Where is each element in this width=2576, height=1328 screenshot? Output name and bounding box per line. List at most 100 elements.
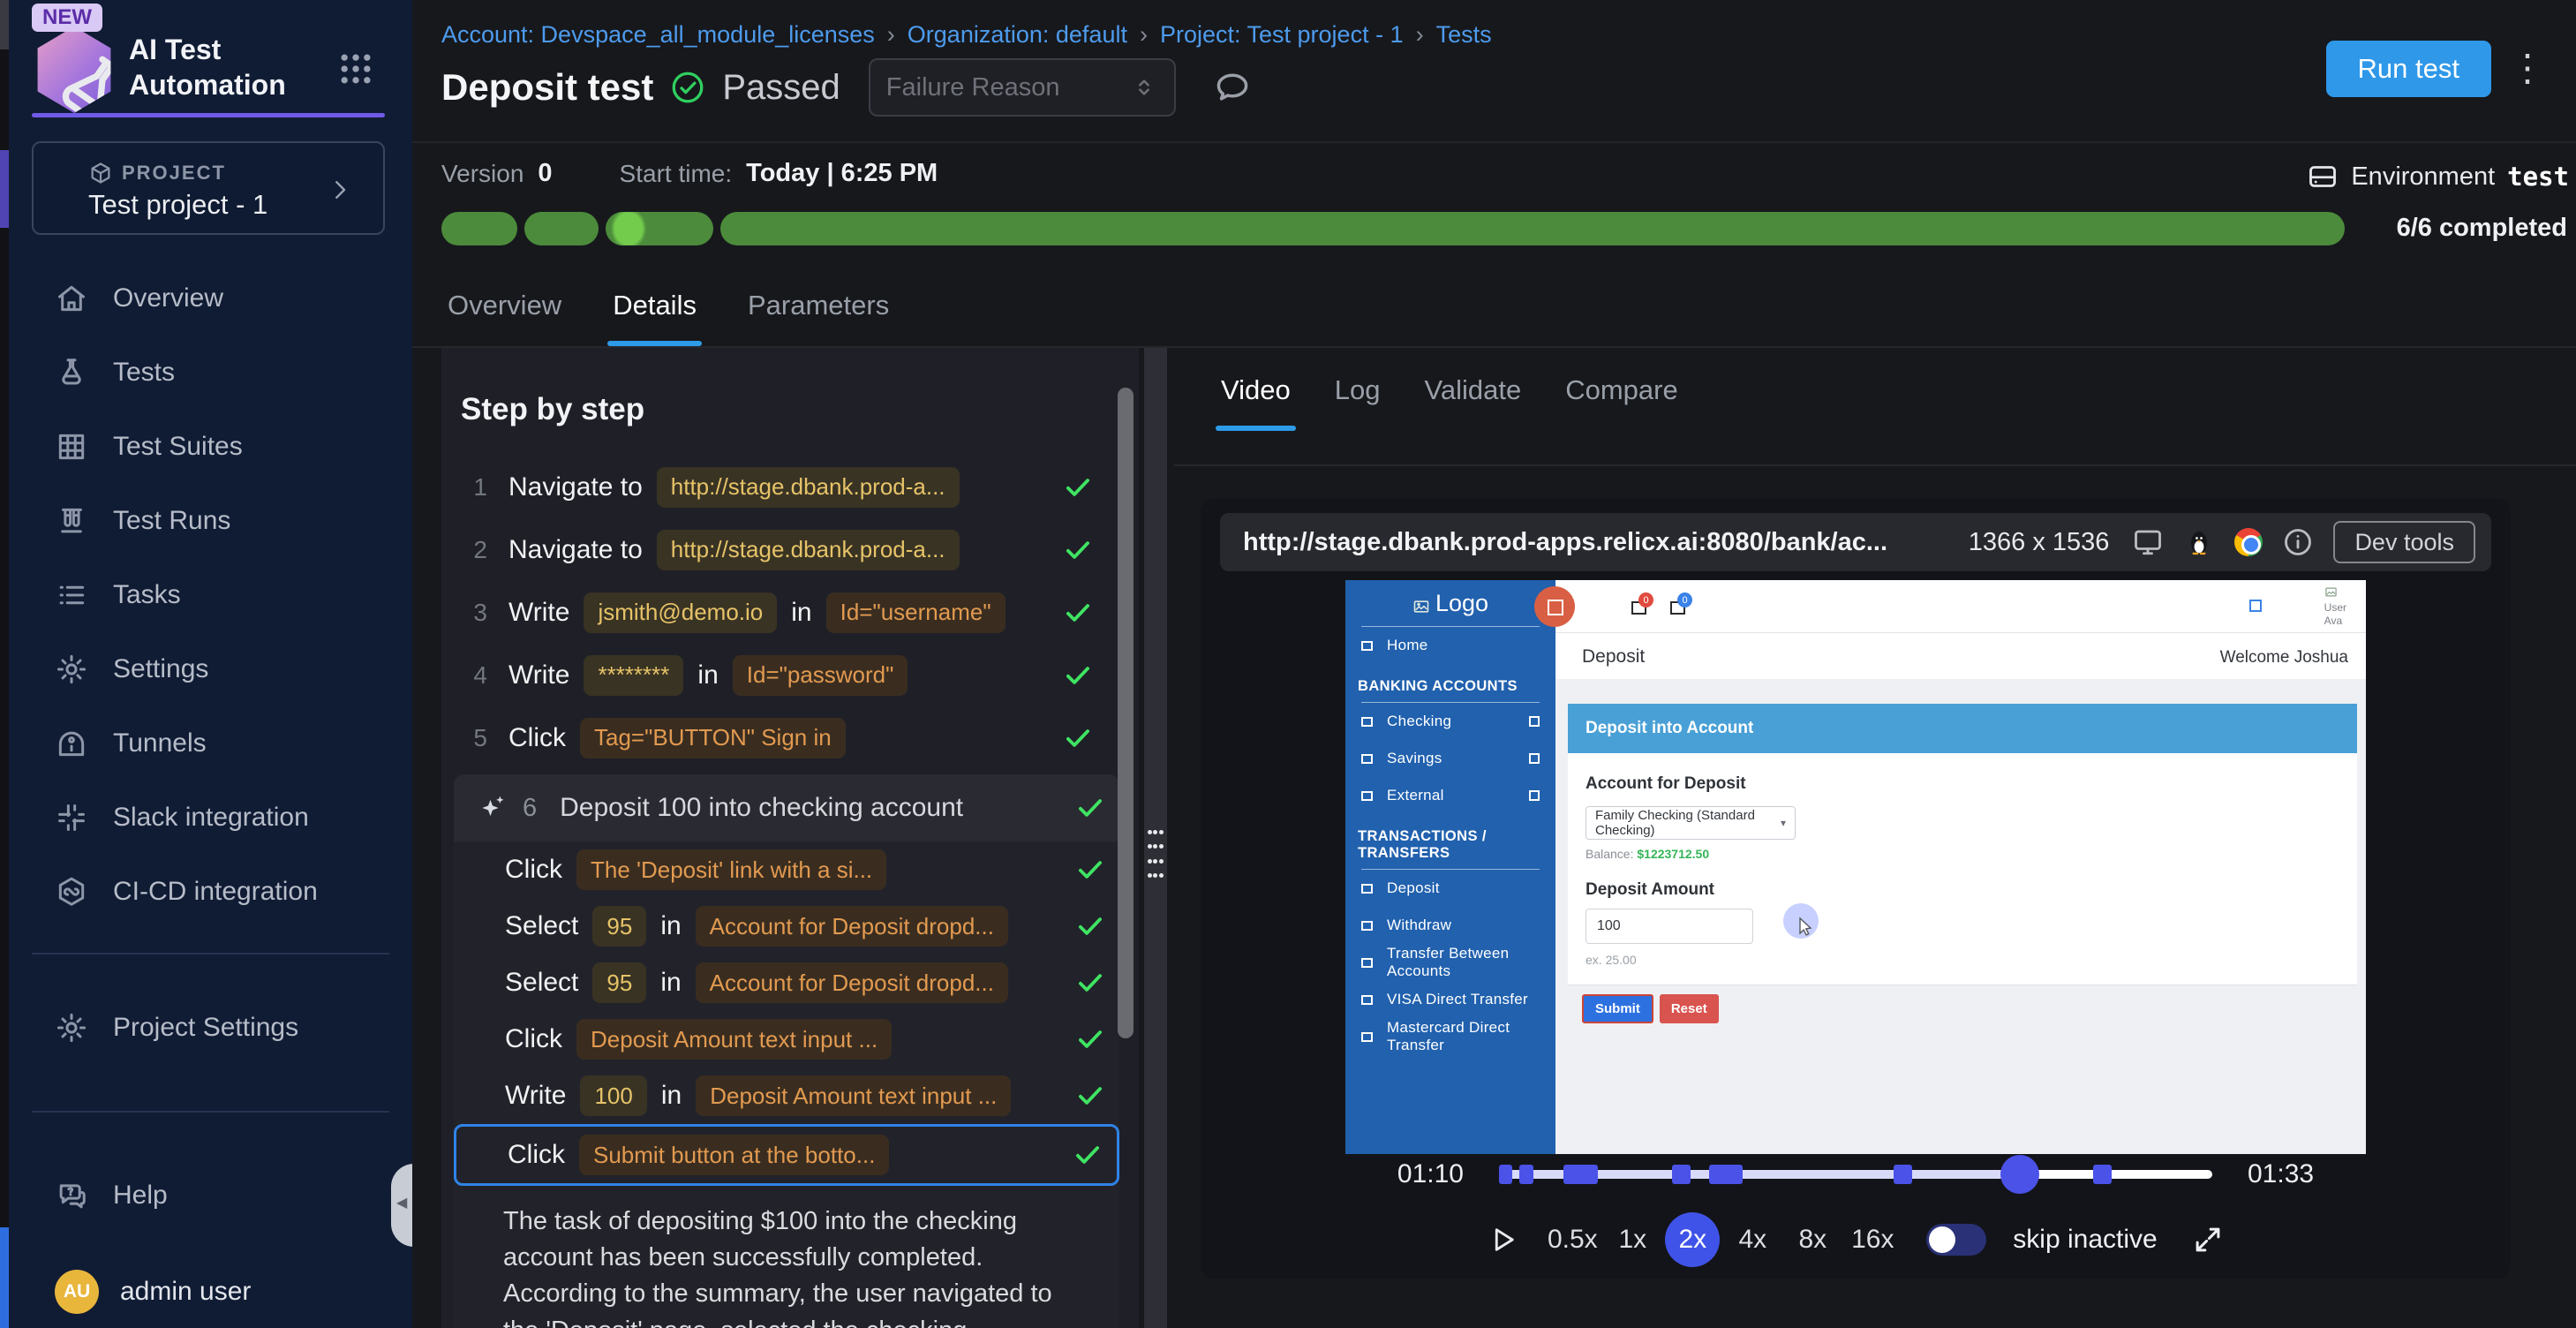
bank-nav-withdraw: Withdraw (1345, 907, 1555, 944)
timeline-event-marker[interactable] (1499, 1165, 1512, 1184)
sidebar-divider (32, 953, 389, 954)
timeline-event-marker[interactable] (1563, 1165, 1598, 1184)
step-row[interactable]: 5ClickTag="BUTTON" Sign in (441, 706, 1107, 769)
failure-reason-select[interactable]: Failure Reason (869, 58, 1176, 117)
video-frame[interactable]: Logo HomeBANKING ACCOUNTSCheckingSavings… (1345, 580, 2366, 1154)
sidebar-item-slack-integration[interactable]: Slack integration (9, 781, 412, 855)
comment-icon[interactable] (1213, 68, 1252, 107)
total-time: 01:33 (2248, 1159, 2314, 1189)
step-row[interactable]: 2Navigate tohttp://stage.dbank.prod-a... (441, 518, 1107, 581)
sidebar-item-overview[interactable]: Overview (9, 261, 412, 336)
flask-icon (55, 356, 88, 389)
skip-inactive-toggle[interactable] (1926, 1224, 1986, 1256)
step-row[interactable]: Select95inAccount for Deposit dropd... (454, 898, 1119, 954)
video-tab-video[interactable]: Video (1221, 374, 1291, 429)
step-row[interactable]: ClickDeposit Amount text input ... (454, 1011, 1119, 1068)
progress-segment (524, 212, 599, 245)
timeline-event-marker[interactable] (1672, 1165, 1691, 1184)
bank-nav-label: External (1387, 787, 1444, 804)
home-icon (55, 282, 88, 315)
video-timeline: 01:10 01:33 (1201, 1159, 2511, 1189)
sidebar-item-test-suites[interactable]: Test Suites (9, 410, 412, 484)
user-menu[interactable]: AU admin user (55, 1270, 251, 1314)
play-icon[interactable] (1487, 1224, 1518, 1256)
sidebar-item-settings[interactable]: Settings (9, 632, 412, 706)
bank-nav-label: Checking (1387, 713, 1451, 730)
sidebar-item-label: Project Settings (113, 1013, 298, 1043)
balance-label: Balance: (1586, 847, 1633, 861)
step-row[interactable]: 4Write********inId="password" (441, 644, 1107, 706)
step-row[interactable]: Select95inAccount for Deposit dropd... (454, 954, 1119, 1011)
speed-1x[interactable]: 1x (1605, 1212, 1660, 1267)
video-tab-validate[interactable]: Validate (1424, 374, 1521, 429)
devtools-button[interactable]: Dev tools (2333, 521, 2475, 563)
sidebar-item-label: Slack integration (113, 803, 309, 833)
step-group-header[interactable]: 6 Deposit 100 into checking account (454, 774, 1119, 841)
video-tabs-divider (1174, 464, 2576, 466)
step-row[interactable]: 3Writejsmith@demo.ioinId="username" (441, 581, 1107, 644)
tab-parameters[interactable]: Parameters (748, 290, 889, 344)
project-selector[interactable]: PROJECT Test project - 1 (32, 141, 385, 235)
display-icon (2132, 526, 2164, 558)
timeline-event-marker[interactable] (1519, 1165, 1533, 1184)
sidebar-item-project-settings[interactable]: Project Settings (9, 991, 412, 1065)
sidebar-item-label: Overview (113, 283, 223, 313)
check-icon (1073, 853, 1107, 887)
tab-overview[interactable]: Overview (448, 290, 561, 344)
fullscreen-icon[interactable] (2191, 1223, 2225, 1256)
app-logo (34, 26, 115, 113)
breadcrumb-link[interactable]: Tests (1436, 21, 1492, 49)
sidebar-item-tunnels[interactable]: Tunnels (9, 706, 412, 781)
breadcrumb: Account: Devspace_all_module_licenses›Or… (441, 21, 1492, 49)
steps-scrollbar-thumb[interactable] (1118, 388, 1134, 1038)
timeline-knob[interactable] (2000, 1155, 2039, 1194)
account-label: Account for Deposit (1586, 774, 2339, 794)
step-row[interactable]: Write100inDeposit Amount text input ... (454, 1068, 1119, 1124)
square-bullet-icon (1361, 641, 1373, 651)
timeline-track[interactable] (1499, 1170, 2212, 1179)
sidebar-item-tasks[interactable]: Tasks (9, 558, 412, 632)
sparkle-icon (475, 790, 510, 826)
help-label: Help (113, 1181, 168, 1211)
bank-topbar: 0 0 User Ava (1555, 580, 2366, 633)
panel-resizer[interactable] (1144, 348, 1167, 1328)
speed-0.5x[interactable]: 0.5x (1545, 1212, 1600, 1267)
app-switcher-icon[interactable] (336, 49, 375, 88)
recorded-cursor (1783, 903, 1822, 942)
square-bullet-icon (1361, 717, 1373, 727)
balance-value: $1223712.50 (1637, 847, 1709, 861)
square-icon (1529, 753, 1540, 764)
square-bullet-icon (1361, 1032, 1373, 1042)
breadcrumb-link[interactable]: Account: Devspace_all_module_licenses (441, 21, 875, 49)
video-tab-compare[interactable]: Compare (1565, 374, 1678, 429)
info-icon[interactable] (2282, 526, 2314, 558)
step-row[interactable]: ClickSubmit button at the botto... (454, 1124, 1119, 1186)
tab-details[interactable]: Details (613, 290, 697, 344)
check-icon (1073, 1079, 1107, 1113)
speed-2x[interactable]: 2x (1665, 1212, 1720, 1267)
project-label: PROJECT (122, 162, 226, 185)
sidebar-item-tests[interactable]: Tests (9, 336, 412, 410)
sidebar-collapse-handle[interactable] (391, 1164, 414, 1247)
broken-image-icon (1412, 594, 1430, 612)
timeline-event-marker[interactable] (1894, 1165, 1912, 1184)
breadcrumb-link[interactable]: Project: Test project - 1 (1160, 21, 1404, 49)
step-row[interactable]: 1Navigate tohttp://stage.dbank.prod-a... (441, 456, 1107, 518)
kebab-menu-icon[interactable]: ⋮ (2509, 46, 2546, 89)
breadcrumb-link[interactable]: Organization: default (908, 21, 1127, 49)
step-row[interactable]: ClickThe 'Deposit' link with a si... (454, 841, 1119, 898)
speed-4x[interactable]: 4x (1725, 1212, 1780, 1267)
square-icon (1529, 716, 1540, 727)
sidebar-item-ci-cd-integration[interactable]: CI-CD integration (9, 855, 412, 929)
step-action: Click (508, 723, 566, 753)
run-test-button[interactable]: Run test (2326, 41, 2491, 97)
speed-16x[interactable]: 16x (1845, 1212, 1900, 1267)
start-time-value: Today | 6:25 PM (746, 159, 938, 188)
timeline-event-marker[interactable] (1709, 1165, 1742, 1184)
bank-nav-label: Withdraw (1387, 917, 1451, 934)
timeline-event-marker[interactable] (2093, 1165, 2112, 1184)
sidebar-help[interactable]: Help (9, 1158, 412, 1233)
video-tab-log[interactable]: Log (1335, 374, 1381, 429)
speed-8x[interactable]: 8x (1785, 1212, 1840, 1267)
sidebar-item-test-runs[interactable]: Test Runs (9, 484, 412, 558)
